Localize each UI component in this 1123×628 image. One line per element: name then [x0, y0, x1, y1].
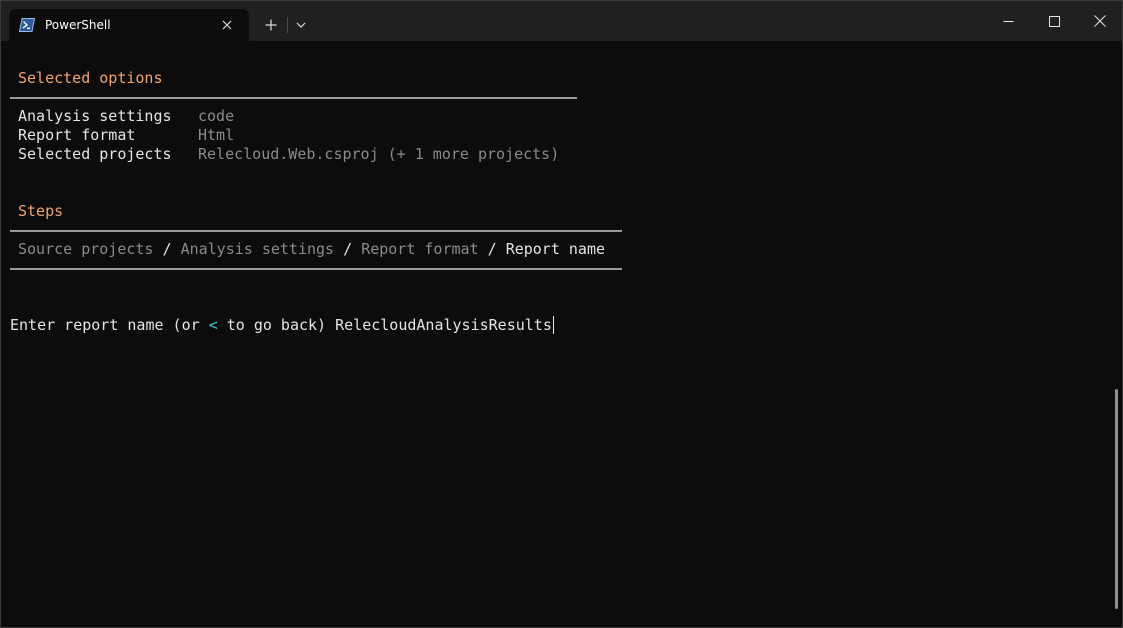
step-item: Report format — [361, 240, 479, 258]
step-separator: / — [478, 240, 506, 258]
option-row: Selected projects — [18, 145, 172, 164]
text-cursor — [552, 316, 554, 334]
divider — [10, 97, 577, 99]
tab-separator — [287, 17, 288, 33]
steps-breadcrumb: Source projects / Analysis settings / Re… — [18, 240, 605, 259]
option-row: Report format — [18, 126, 135, 145]
terminal-window: PowerShell Selected options Analysis set… — [0, 0, 1123, 628]
minimize-icon — [1003, 20, 1013, 22]
step-item-current: Report name — [505, 240, 606, 258]
scrollbar[interactable] — [1115, 389, 1118, 609]
option-label: Report format — [18, 126, 136, 144]
plus-icon — [265, 19, 277, 31]
new-tab-button[interactable] — [259, 13, 283, 37]
close-window-button[interactable] — [1077, 1, 1122, 41]
tab-close-button[interactable] — [217, 15, 237, 35]
step-item: Analysis settings — [180, 240, 335, 258]
close-icon — [222, 20, 232, 30]
report-name-prompt[interactable]: Enter report name (or < to go back) Rele… — [10, 316, 554, 335]
divider — [10, 230, 622, 232]
option-row: Analysis settings — [18, 107, 172, 126]
step-separator: / — [153, 240, 181, 258]
tab-powershell[interactable]: PowerShell — [9, 9, 249, 41]
powershell-icon — [18, 18, 36, 32]
chevron-down-icon — [296, 22, 306, 28]
steps-heading: Steps — [18, 202, 64, 220]
close-icon — [1094, 15, 1106, 27]
option-value: code — [198, 107, 235, 125]
option-label: Selected projects — [18, 145, 172, 163]
step-separator: / — [334, 240, 362, 258]
terminal-output[interactable]: Selected options Analysis settings code … — [1, 41, 1111, 627]
back-key: < — [208, 316, 218, 334]
prompt-text: to go back) — [217, 316, 336, 334]
prompt-text: Enter report name (or — [10, 316, 209, 334]
tab-title: PowerShell — [45, 18, 111, 32]
step-item: Source projects — [18, 240, 154, 258]
maximize-button[interactable] — [1031, 1, 1077, 41]
minimize-button[interactable] — [985, 1, 1031, 41]
selected-options-heading: Selected options — [18, 69, 163, 87]
divider — [10, 268, 622, 270]
option-value: Relecloud.Web.csproj (+ 1 more projects) — [198, 145, 560, 163]
tab-dropdown-button[interactable] — [290, 13, 312, 37]
option-label: Analysis settings — [18, 107, 172, 125]
title-bar[interactable]: PowerShell — [1, 1, 1122, 41]
report-name-input[interactable]: RelecloudAnalysisResults — [335, 316, 552, 334]
maximize-icon — [1048, 15, 1060, 27]
option-value: Html — [198, 126, 235, 144]
